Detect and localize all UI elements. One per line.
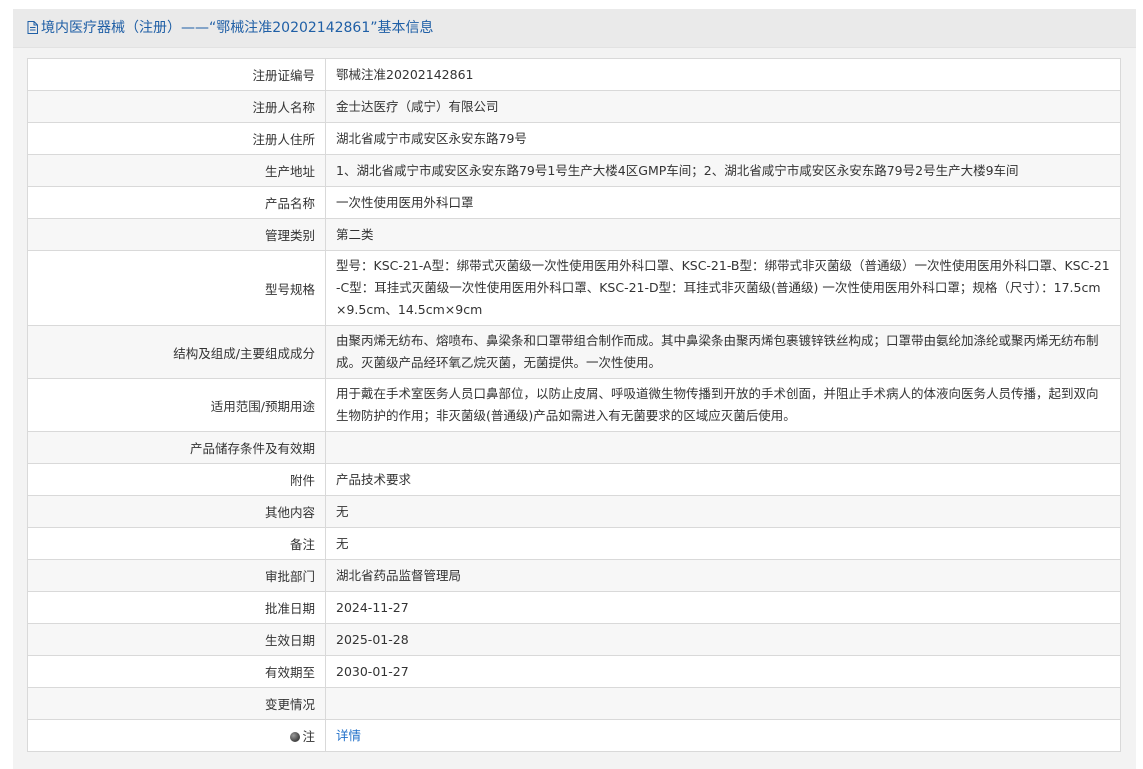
row-label: 批准日期 <box>27 591 326 624</box>
note-icon <box>290 732 301 742</box>
table-row: 产品储存条件及有效期 <box>27 431 1121 464</box>
row-label: 注册人名称 <box>27 90 326 123</box>
table-row: 管理类别 第二类 <box>27 218 1121 251</box>
row-value: 2025-01-28 <box>325 623 1121 656</box>
row-label: 备注 <box>27 527 326 560</box>
row-value: 2030-01-27 <box>325 655 1121 688</box>
note-label: 注 <box>302 729 315 744</box>
table-row: 变更情况 <box>27 687 1121 720</box>
row-value: 湖北省药品监督管理局 <box>325 559 1121 592</box>
row-label: 注册人住所 <box>27 122 326 155</box>
table-row: 审批部门 湖北省药品监督管理局 <box>27 559 1121 592</box>
row-value: 型号：KSC-21-A型：绑带式灭菌级一次性使用医用外科口罩、KSC-21-B型… <box>325 250 1121 326</box>
table-row: 批准日期 2024-11-27 <box>27 591 1121 624</box>
row-label: 变更情况 <box>27 687 326 720</box>
table-row: 附件 产品技术要求 <box>27 463 1121 496</box>
row-value: 用于戴在手术室医务人员口鼻部位，以防止皮屑、呼吸道微生物传播到开放的手术创面，并… <box>325 378 1121 432</box>
note-label-cell: 注 <box>27 719 326 752</box>
row-value: 一次性使用医用外科口罩 <box>325 186 1121 219</box>
row-value: 无 <box>325 495 1121 528</box>
table-row: 适用范围/预期用途 用于戴在手术室医务人员口鼻部位，以防止皮屑、呼吸道微生物传播到… <box>27 378 1121 432</box>
row-label: 适用范围/预期用途 <box>27 378 326 432</box>
row-label: 产品名称 <box>27 186 326 219</box>
details-link[interactable]: 详情 <box>336 728 361 743</box>
row-label: 有效期至 <box>27 655 326 688</box>
row-label: 结构及组成/主要组成成分 <box>27 325 326 379</box>
table-row: 生效日期 2025-01-28 <box>27 623 1121 656</box>
info-panel: 境内医疗器械（注册）——“鄂械注准20202142861”基本信息 注册证编号鄂… <box>13 9 1136 769</box>
document-icon <box>27 21 38 34</box>
row-label: 生效日期 <box>27 623 326 656</box>
row-value: 第二类 <box>325 218 1121 251</box>
panel-header: 境内医疗器械（注册）——“鄂械注准20202142861”基本信息 <box>13 9 1136 48</box>
table-row: 注册证编号 鄂械注准20202142861 <box>27 58 1121 91</box>
row-label: 其他内容 <box>27 495 326 528</box>
page-title: 境内医疗器械（注册）——“鄂械注准20202142861”基本信息 <box>41 20 434 36</box>
row-value: 金士达医疗（咸宁）有限公司 <box>325 90 1121 123</box>
note-value-cell: 详情 <box>325 719 1121 752</box>
row-value: 无 <box>325 527 1121 560</box>
row-label: 型号规格 <box>27 250 326 326</box>
row-value: 产品技术要求 <box>325 463 1121 496</box>
table-row: 其他内容无 <box>27 495 1121 528</box>
row-value: 鄂械注准20202142861 <box>325 58 1121 91</box>
row-value <box>325 431 1121 464</box>
table-row: 结构及组成/主要组成成分 由聚丙烯无纺布、熔喷布、鼻梁条和口罩带组合制作而成。其中… <box>27 325 1121 379</box>
table-row: 型号规格 型号：KSC-21-A型：绑带式灭菌级一次性使用医用外科口罩、KSC-2… <box>27 250 1121 326</box>
row-label: 审批部门 <box>27 559 326 592</box>
row-value: 2024-11-27 <box>325 591 1121 624</box>
row-value: 由聚丙烯无纺布、熔喷布、鼻梁条和口罩带组合制作而成。其中鼻梁条由聚丙烯包裹镀锌铁… <box>325 325 1121 379</box>
row-label: 附件 <box>27 463 326 496</box>
row-label: 产品储存条件及有效期 <box>27 431 326 464</box>
table-row: 注册人住所 湖北省咸宁市咸安区永安东路79号 <box>27 122 1121 155</box>
row-label: 生产地址 <box>27 154 326 187</box>
table-row: 产品名称 一次性使用医用外科口罩 <box>27 186 1121 219</box>
note-row: 注 详情 <box>27 719 1121 752</box>
row-value: 湖北省咸宁市咸安区永安东路79号 <box>325 122 1121 155</box>
table-row: 生产地址 1、湖北省咸宁市咸安区永安东路79号1号生产大楼4区GMP车间；2、湖北… <box>27 154 1121 187</box>
row-value <box>325 687 1121 720</box>
row-label: 管理类别 <box>27 218 326 251</box>
table-row: 备注无 <box>27 527 1121 560</box>
row-value: 1、湖北省咸宁市咸安区永安东路79号1号生产大楼4区GMP车间；2、湖北省咸宁市… <box>325 154 1121 187</box>
row-label: 注册证编号 <box>27 58 326 91</box>
table-row: 有效期至 2030-01-27 <box>27 655 1121 688</box>
table-row: 注册人名称 金士达医疗（咸宁）有限公司 <box>27 90 1121 123</box>
device-info-table: 注册证编号 鄂械注准20202142861 注册人名称 金士达医疗（咸宁）有限公司 注册… <box>27 58 1121 752</box>
